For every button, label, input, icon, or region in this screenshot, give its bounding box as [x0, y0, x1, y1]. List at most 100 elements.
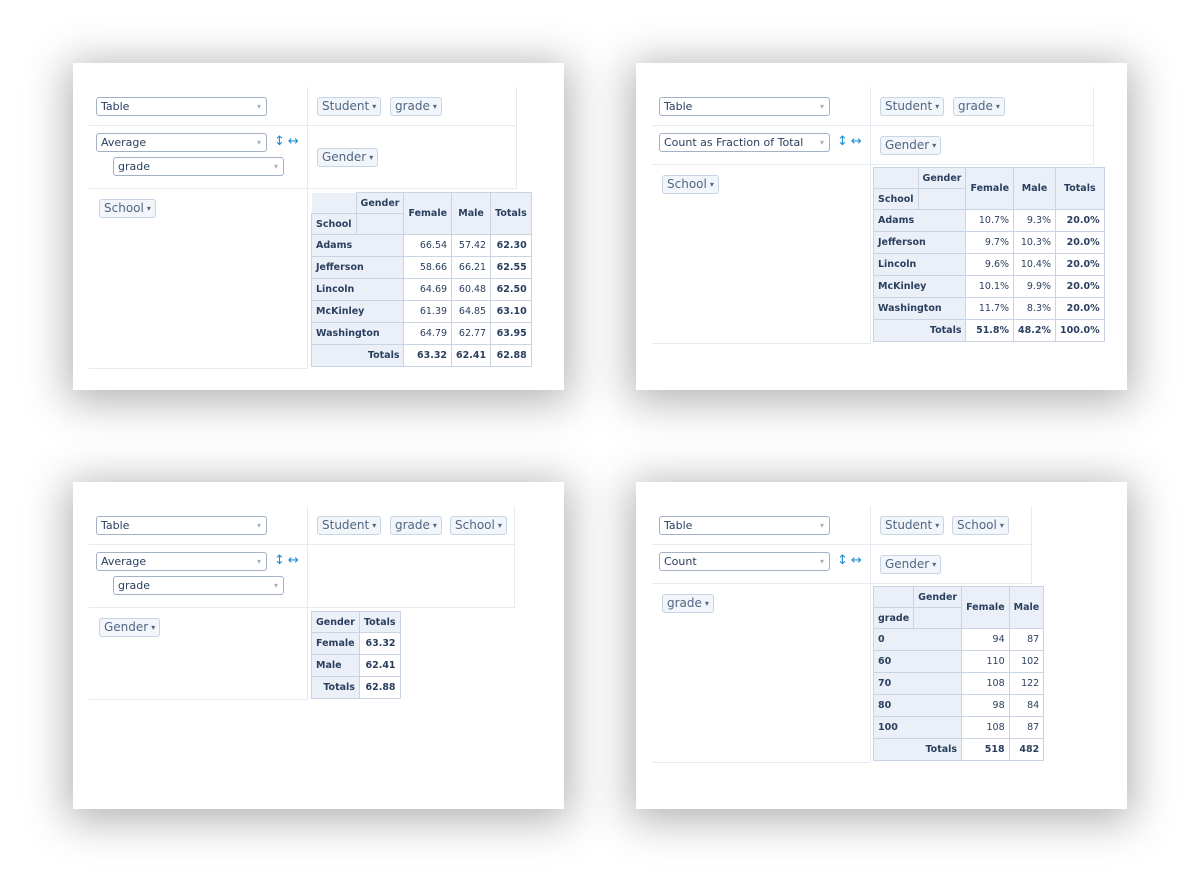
chevron-down-icon[interactable]: ▾: [433, 102, 437, 111]
attr-chip-grade[interactable]: grade ▾: [390, 516, 442, 535]
chevron-down-icon[interactable]: ▾: [935, 521, 939, 530]
chevron-down-icon[interactable]: ▾: [369, 153, 373, 162]
col-order-arrow-icon[interactable]: ↔: [851, 553, 865, 568]
col-totals-header: Totals: [358, 611, 401, 633]
col-attr-chip-gender[interactable]: Gender ▾: [317, 148, 379, 167]
totals-row: Totals 51.8% 48.2% 100.0%: [872, 319, 1105, 342]
row-total: 62.50: [490, 278, 532, 301]
attribute-select[interactable]: grade ▾: [113, 576, 284, 595]
renderer-select[interactable]: Table ▾: [659, 516, 830, 535]
row-attr-label: grade: [872, 607, 915, 629]
renderer-select[interactable]: Table ▾: [659, 97, 830, 116]
row-label: Lincoln: [872, 253, 967, 276]
col-attr-label: Gender: [917, 167, 967, 189]
row-total: 63.95: [490, 322, 532, 345]
row-order-arrow-icon[interactable]: ↕: [274, 134, 288, 149]
row-label: Male: [311, 654, 360, 677]
chevron-down-icon[interactable]: ▾: [372, 102, 376, 111]
cell: 62.77: [451, 322, 492, 345]
pivot-table: Gender Female Male Totals School Adams 6…: [310, 192, 532, 367]
attr-chip-grade[interactable]: grade ▾: [390, 97, 442, 116]
col-header: Male: [451, 192, 492, 235]
chevron-down-icon: ▾: [256, 557, 261, 566]
row-total: 20.0%: [1055, 275, 1105, 298]
row-total: 63.10: [490, 300, 532, 323]
chevron-down-icon[interactable]: ▾: [705, 599, 709, 608]
row-attr-label: Gender: [311, 611, 360, 633]
row-attr-chip-gender[interactable]: Gender ▾: [99, 618, 161, 637]
sort-arrows: ↕↔: [837, 553, 865, 568]
chevron-down-icon[interactable]: ▾: [932, 560, 936, 569]
col-order-arrow-icon[interactable]: ↔: [851, 134, 865, 149]
col-header: Female: [965, 167, 1015, 210]
attr-chip-student[interactable]: Student ▾: [880, 516, 945, 535]
cell: 10.3%: [1013, 231, 1057, 254]
table-row: McKinley 10.1% 9.9% 20.0%: [872, 275, 1105, 298]
chevron-down-icon[interactable]: ▾: [710, 180, 714, 189]
totals-row: Totals 63.32 62.41 62.88: [310, 344, 532, 367]
attr-chip-student[interactable]: Student ▾: [317, 516, 382, 535]
col-total: 51.8%: [965, 319, 1015, 342]
attr-chip-student[interactable]: Student ▾: [880, 97, 945, 116]
cell: 108: [961, 716, 1010, 739]
table-row: Jefferson 9.7% 10.3% 20.0%: [872, 231, 1105, 254]
row-order-arrow-icon[interactable]: ↕: [837, 553, 851, 568]
chevron-down-icon[interactable]: ▾: [498, 521, 502, 530]
row-order-arrow-icon[interactable]: ↕: [837, 134, 851, 149]
row-label: Adams: [310, 234, 405, 257]
attr-chip-school[interactable]: School ▾: [450, 516, 507, 535]
chevron-down-icon[interactable]: ▾: [996, 102, 1000, 111]
chevron-down-icon[interactable]: ▾: [935, 102, 939, 111]
chevron-down-icon[interactable]: ▾: [433, 521, 437, 530]
cell: 122: [1008, 672, 1045, 695]
chevron-down-icon[interactable]: ▾: [1000, 521, 1004, 530]
chevron-down-icon: ▾: [819, 557, 824, 566]
chevron-down-icon[interactable]: ▾: [147, 204, 151, 213]
aggregator-select[interactable]: Average ▾: [96, 552, 267, 571]
chevron-down-icon: ▾: [256, 102, 261, 111]
table-row: Adams 10.7% 9.3% 20.0%: [872, 209, 1105, 232]
col-order-arrow-icon[interactable]: ↔: [288, 553, 302, 568]
col-attr-chip-gender[interactable]: Gender ▾: [880, 136, 942, 155]
row-label: 0: [872, 628, 963, 651]
chevron-down-icon[interactable]: ▾: [372, 521, 376, 530]
grand-total: 62.88: [490, 344, 532, 367]
attr-chip-school[interactable]: School ▾: [952, 516, 1009, 535]
renderer-select[interactable]: Table ▾: [96, 97, 267, 116]
pivot-panel-count-by-grade: Table ▾ Count ▾ ↕↔ Student ▾ School ▾ Gender…: [636, 482, 1127, 809]
aggregator-select[interactable]: Count ▾: [659, 552, 830, 571]
cell: 57.42: [451, 234, 492, 257]
cell: 10.7%: [965, 209, 1015, 232]
row-attr-chip-grade[interactable]: grade ▾: [662, 594, 714, 613]
row-attr-chip-school[interactable]: School ▾: [99, 199, 156, 218]
cell: 98: [961, 694, 1010, 717]
aggregator-select[interactable]: Count as Fraction of Total ▾: [659, 133, 830, 152]
row-order-arrow-icon[interactable]: ↕: [274, 553, 288, 568]
chevron-down-icon: ▾: [256, 138, 261, 147]
col-attr-chip-gender[interactable]: Gender ▾: [880, 555, 942, 574]
pivot-table: Gender Totals Female 63.32 Male 62.41 To…: [311, 611, 401, 699]
attr-chip-grade[interactable]: grade ▾: [953, 97, 1005, 116]
col-totals-header: Totals: [490, 192, 532, 235]
row-attr-chip-school[interactable]: School ▾: [662, 175, 719, 194]
totals-label: Totals: [310, 344, 405, 367]
attr-chip-student[interactable]: Student ▾: [317, 97, 382, 116]
chevron-down-icon[interactable]: ▾: [932, 141, 936, 150]
row-label: 70: [872, 672, 963, 695]
row-attr-label: School: [873, 188, 919, 210]
col-order-arrow-icon[interactable]: ↔: [288, 134, 302, 149]
chevron-down-icon[interactable]: ▾: [151, 623, 155, 632]
renderer-select[interactable]: Table ▾: [96, 516, 267, 535]
aggregator-select[interactable]: Average ▾: [96, 133, 267, 152]
cell: 60.48: [451, 278, 492, 301]
row-label: McKinley: [872, 275, 967, 298]
table-row: 100 108 87: [872, 716, 1045, 739]
attribute-select[interactable]: grade ▾: [113, 157, 284, 176]
table-row: Male 62.41: [311, 654, 401, 677]
cell: 94: [961, 628, 1010, 651]
row-total: 63.32: [358, 632, 401, 655]
row-total: 62.55: [490, 256, 532, 279]
pivot-table: Gender Female Male Totals School Adams 1…: [872, 167, 1105, 342]
col-header: Female: [961, 586, 1010, 629]
cell: 84: [1008, 694, 1045, 717]
